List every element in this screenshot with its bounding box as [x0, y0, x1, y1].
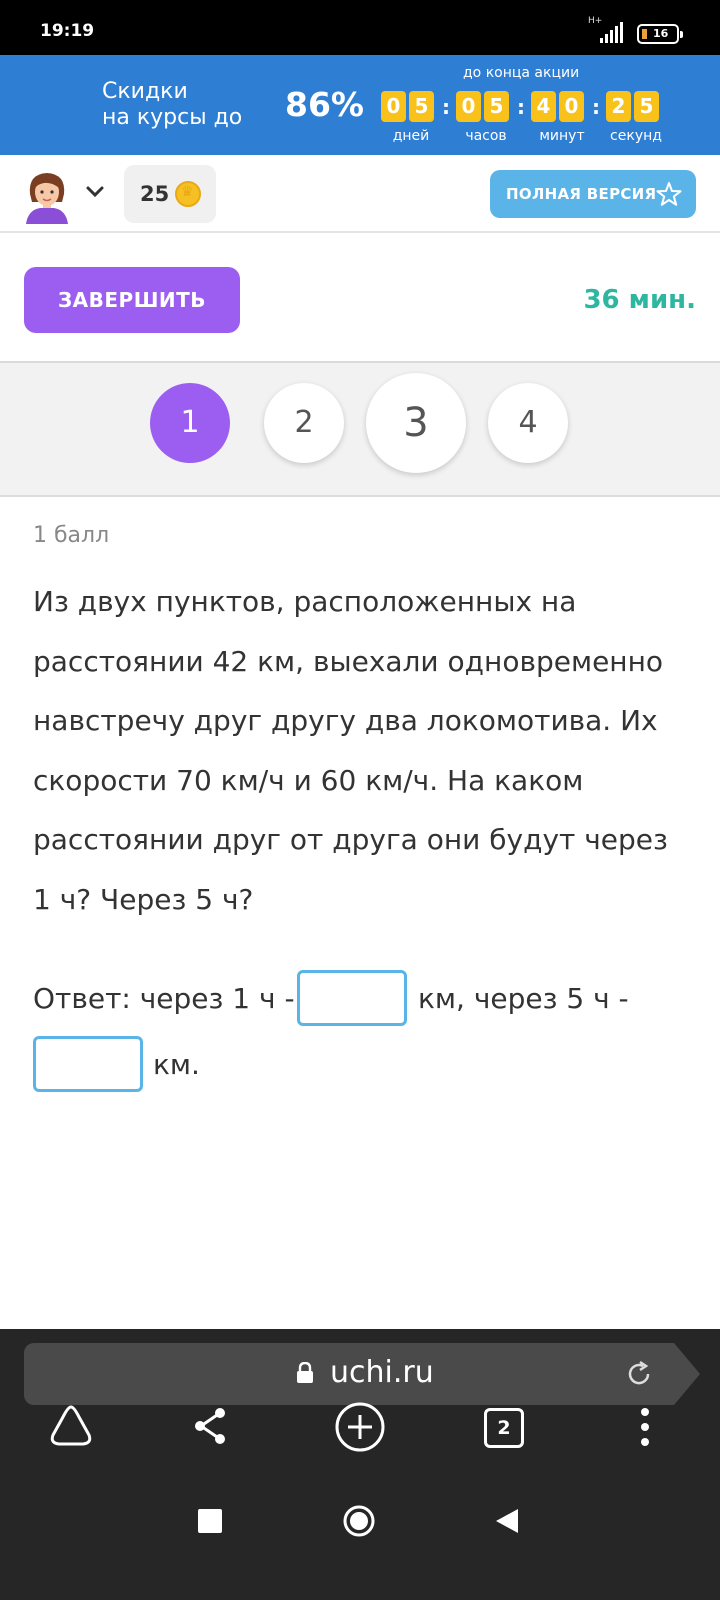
page-button-2[interactable]: 2	[264, 383, 344, 463]
countdown-minutes: 4 0	[531, 91, 584, 122]
add-tab-icon[interactable]	[334, 1401, 386, 1453]
countdown-days: 0 5	[381, 91, 434, 122]
page-button-1[interactable]: 1	[150, 383, 230, 463]
battery-icon: 16	[637, 24, 683, 44]
signal-icon	[600, 22, 623, 43]
coin-count: 25	[140, 182, 170, 206]
page-button-3[interactable]: 3	[366, 373, 466, 473]
countdown-digit: 0	[456, 91, 481, 122]
share-icon[interactable]	[192, 1406, 228, 1446]
countdown-unit-hours: часов	[465, 128, 507, 144]
reload-icon[interactable]	[624, 1359, 654, 1389]
answer-input-1h[interactable]	[297, 970, 407, 1026]
countdown-digit: 0	[381, 91, 406, 122]
task-content: 1 балл Из двух пунктов, расположенных на…	[0, 497, 720, 1329]
avatar[interactable]	[22, 168, 72, 224]
countdown-unit-seconds: секунд	[610, 128, 662, 144]
finish-button-label: ЗАВЕРШИТЬ	[57, 288, 207, 312]
countdown-unit-days: дней	[392, 128, 430, 144]
url-text: uchi.ru	[330, 1355, 434, 1390]
countdown-hours: 0 5	[456, 91, 509, 122]
full-version-button[interactable]: ПОЛНАЯ ВЕРСИЯ	[490, 170, 696, 218]
countdown-unit-minutes: минут	[539, 128, 585, 144]
status-time: 19:19	[40, 21, 95, 41]
promo-until-label: до конца акции	[463, 65, 580, 81]
address-bar[interactable]: uchi.ru	[24, 1343, 700, 1405]
countdown-separator: :	[517, 95, 525, 119]
finish-button[interactable]: ЗАВЕРШИТЬ	[24, 267, 240, 333]
promo-text-line2: на курсы до	[102, 105, 243, 130]
countdown-digit: 2	[606, 91, 631, 122]
countdown-digit: 4	[531, 91, 556, 122]
chevron-down-icon[interactable]	[85, 185, 105, 199]
countdown-separator: :	[442, 95, 450, 119]
countdown-digit: 5	[409, 91, 434, 122]
lock-icon	[297, 1362, 313, 1383]
recent-apps-icon[interactable]	[197, 1508, 223, 1534]
answer-middle: км, через 5 ч -	[418, 982, 629, 1015]
countdown-seconds: 2 5	[606, 91, 659, 122]
countdown-digit: 0	[559, 91, 584, 122]
app-header: 25 ПОЛНАЯ ВЕРСИЯ	[0, 155, 720, 233]
countdown-digit: 5	[634, 91, 659, 122]
countdown-separator: :	[592, 95, 600, 119]
task-points: 1 балл	[33, 523, 110, 548]
home-icon[interactable]	[48, 1403, 94, 1449]
menu-dots-icon[interactable]	[638, 1407, 652, 1447]
task-question: Из двух пунктов, расположенных на рассто…	[33, 585, 668, 916]
home-circle-icon[interactable]	[342, 1504, 376, 1538]
browser-toolbar: uchi.ru 2	[0, 1329, 720, 1600]
tabs-icon[interactable]: 2	[484, 1408, 524, 1448]
battery-level: 16	[653, 27, 669, 40]
full-version-label: ПОЛНАЯ ВЕРСИЯ	[506, 185, 657, 203]
task-pagination: 1 2 3 4	[0, 363, 720, 497]
promo-text-line1: Скидки	[102, 79, 188, 104]
coin-balance[interactable]: 25	[124, 165, 216, 223]
star-icon	[656, 182, 682, 206]
status-bar: 19:19 H+ 16	[0, 0, 720, 55]
back-icon[interactable]	[494, 1507, 520, 1535]
promo-banner[interactable]: Скидки на курсы до 86% до конца акции 0 …	[0, 55, 720, 155]
coin-icon	[175, 181, 201, 207]
test-controls: ЗАВЕРШИТЬ 36 мин.	[0, 233, 720, 363]
promo-discount: 86%	[285, 85, 364, 124]
answer-suffix: км.	[153, 1048, 200, 1081]
answer-input-5h[interactable]	[33, 1036, 143, 1092]
countdown-digit: 5	[484, 91, 509, 122]
answer-prefix: Ответ: через 1 ч -	[33, 982, 295, 1015]
time-remaining: 36 мин.	[583, 285, 696, 315]
page-button-4[interactable]: 4	[488, 383, 568, 463]
